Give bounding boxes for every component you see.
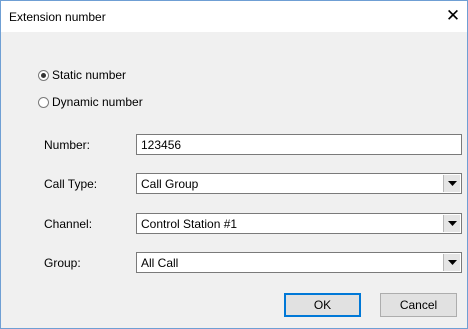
ok-button-label: OK xyxy=(313,298,332,312)
chevron-down-icon[interactable] xyxy=(443,175,460,192)
call-type-select[interactable]: Call Group xyxy=(136,173,462,194)
group-value: All Call xyxy=(141,256,179,270)
channel-select[interactable]: Control Station #1 xyxy=(136,213,462,234)
chevron-down-icon[interactable] xyxy=(443,215,460,232)
channel-label: Channel: xyxy=(44,217,93,231)
chevron-down-icon[interactable] xyxy=(443,254,460,271)
number-label: Number: xyxy=(44,138,91,152)
ok-button[interactable]: OK xyxy=(284,293,361,317)
dialog-window: Extension number ✕ Static number Dynamic… xyxy=(0,0,468,329)
static-number-radio[interactable]: Static number xyxy=(38,67,126,83)
group-label: Group: xyxy=(44,256,81,270)
title-bar: Extension number ✕ xyxy=(1,1,467,32)
group-select[interactable]: All Call xyxy=(136,252,462,273)
number-value: 123456 xyxy=(141,138,182,152)
static-number-label: Static number xyxy=(52,68,127,82)
dynamic-number-label: Dynamic number xyxy=(52,95,143,109)
radio-indicator-unchecked xyxy=(38,96,49,108)
number-input[interactable]: 123456 xyxy=(136,134,462,155)
close-button[interactable]: ✕ xyxy=(439,1,467,31)
call-type-value: Call Group xyxy=(141,177,199,191)
cancel-button-label: Cancel xyxy=(399,298,438,312)
close-icon: ✕ xyxy=(445,6,461,25)
channel-value: Control Station #1 xyxy=(141,217,238,231)
cancel-button[interactable]: Cancel xyxy=(380,293,457,317)
window-title: Extension number xyxy=(9,10,106,24)
dynamic-number-radio[interactable]: Dynamic number xyxy=(38,94,143,110)
call-type-label: Call Type: xyxy=(44,177,98,191)
radio-indicator-checked xyxy=(38,69,49,81)
